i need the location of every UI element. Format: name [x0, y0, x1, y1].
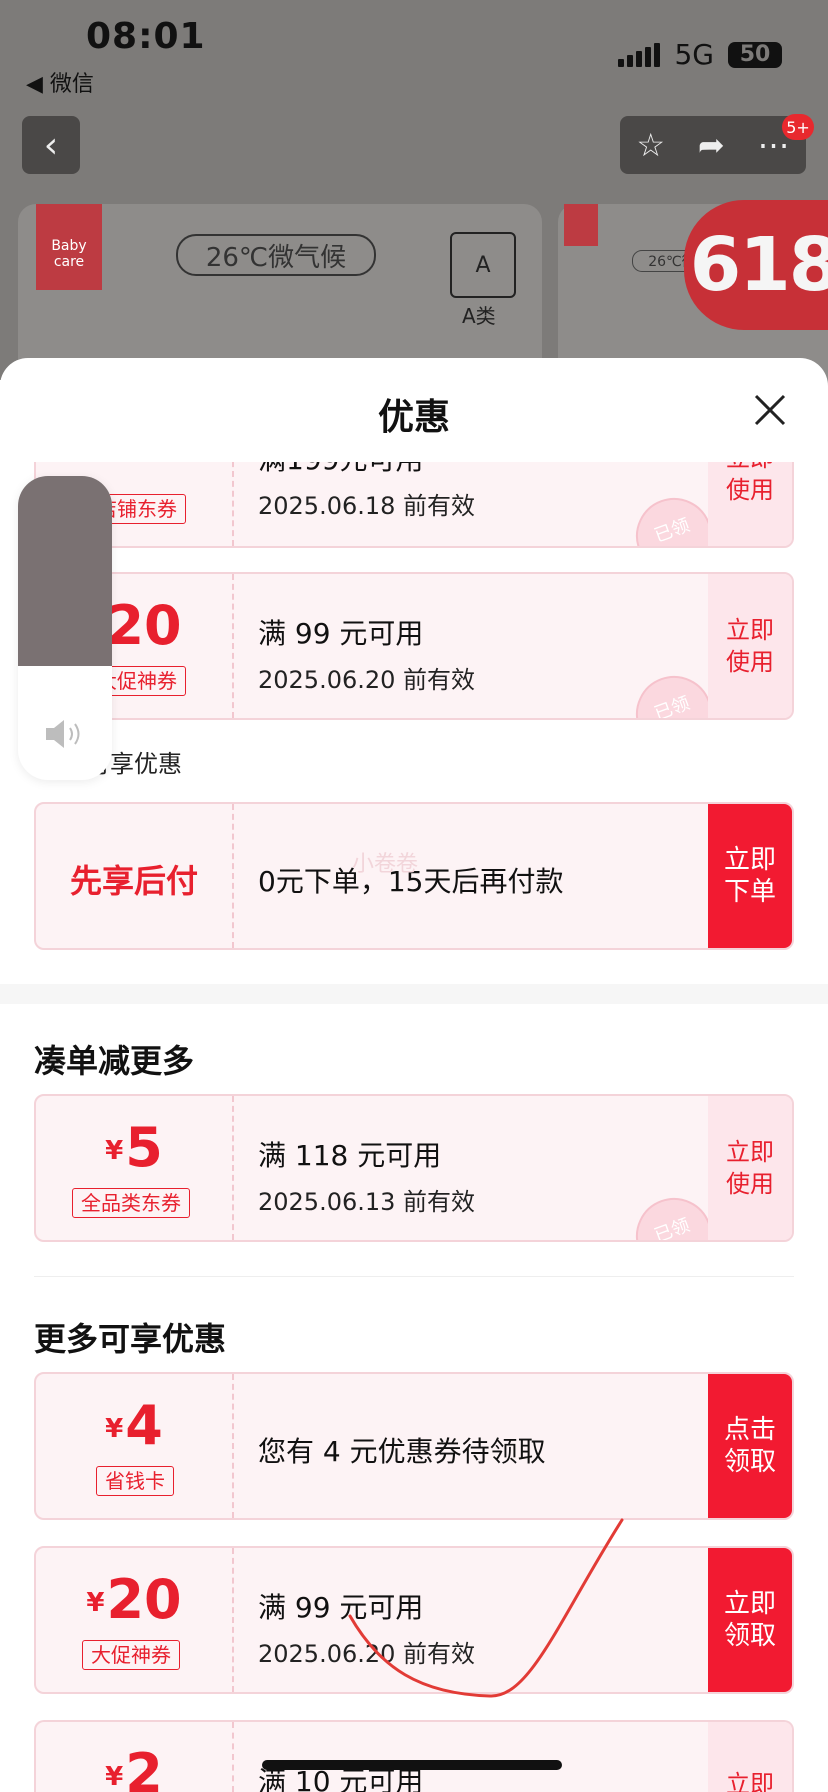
- coupon-card[interactable]: ¥20 大促神券 满 99 元可用 2025.06.20 前有效 已领 立即 使…: [34, 572, 794, 720]
- watermark: 小卷卷: [352, 852, 419, 877]
- sheet-title: 优惠: [377, 397, 450, 438]
- coupon-amount: ¥4: [36, 1394, 232, 1461]
- pay-later-label: 先享后付: [69, 862, 198, 900]
- coupon-text: 您有 4 元优惠券待领取: [258, 1435, 546, 1468]
- order-now-button[interactable]: 立即 下单: [708, 804, 792, 948]
- amount-value: 20: [106, 594, 182, 657]
- coupon-amount: ¥20: [36, 1568, 232, 1635]
- crown-icon: A: [450, 232, 516, 298]
- close-icon[interactable]: [750, 390, 790, 430]
- nav-actions: ☆ ➦ ⋯: [620, 116, 806, 174]
- status-indicators: 5G 50: [618, 38, 782, 71]
- amount-value: 5: [125, 1116, 163, 1179]
- coupon-amount: ¥5: [36, 1116, 232, 1183]
- promo-618-badge: 618: [684, 200, 828, 330]
- yen-symbol: ¥: [105, 1136, 124, 1167]
- coupon-card[interactable]: ¥5 全品类东券 满 118 元可用 2025.06.13 前有效 已领 立即 …: [34, 1094, 794, 1242]
- amount-value: 20: [106, 1568, 182, 1631]
- amount-value: 4: [125, 1394, 163, 1457]
- coupon-condition: 满 99 元可用: [258, 617, 424, 650]
- message-badge: 5+: [782, 114, 814, 140]
- grade-label: A类: [462, 304, 496, 328]
- use-now-button[interactable]: 立即 使用: [708, 1096, 792, 1240]
- coupon-expiry: 2025.06.20 前有效: [258, 666, 476, 694]
- yen-symbol: ¥: [105, 1414, 124, 1445]
- coupon-expiry: 2025.06.18 前有效: [258, 492, 476, 520]
- coupon-amount: ¥2: [36, 1742, 232, 1792]
- coupon-tag: 大促神券: [82, 1640, 180, 1670]
- claim-button[interactable]: 点击 领取: [708, 1374, 792, 1518]
- climate-pill: 26℃微气候: [176, 234, 376, 276]
- battery-icon: 50: [728, 41, 782, 68]
- amount-value: 2: [125, 1742, 163, 1792]
- network-label: 5G: [674, 38, 714, 71]
- section-title-more: 更多可享优惠: [34, 1320, 227, 1358]
- coupon-card[interactable]: ¥4 省钱卡 您有 4 元优惠券待领取 点击 领取: [34, 1372, 794, 1520]
- coupon-condition: 满 118 元可用: [258, 1139, 442, 1172]
- star-icon[interactable]: ☆: [636, 126, 665, 164]
- hand-drawn-annotation: [348, 1518, 624, 1698]
- share-icon[interactable]: ➦: [698, 126, 725, 164]
- coupon-tag: 全品类东券: [72, 1188, 190, 1218]
- section-title-more-discount: 凑单减更多: [34, 1042, 195, 1080]
- section-separator: [0, 984, 828, 1004]
- use-now-button[interactable]: 立即 使用: [708, 574, 792, 718]
- coupon-expiry: 2025.06.13 前有效: [258, 1188, 476, 1216]
- yen-symbol: ¥: [105, 1762, 124, 1792]
- back-to-app-link[interactable]: ◀ 微信: [26, 66, 94, 98]
- status-time: 08:01: [86, 16, 206, 57]
- divider: [34, 1276, 794, 1277]
- coupon-tag: 省钱卡: [96, 1466, 174, 1496]
- brand-logo: Baby care: [36, 204, 102, 290]
- claim-now-button[interactable]: 立即 领取: [708, 1548, 792, 1692]
- use-now-button[interactable]: 立即: [708, 1722, 792, 1792]
- coupon-card[interactable]: ¥2 满 10 元可用 立即: [34, 1720, 794, 1792]
- speaker-icon: [46, 720, 80, 748]
- home-indicator: [262, 1760, 562, 1770]
- chevron-left-icon[interactable]: ‹: [22, 116, 80, 174]
- yen-symbol: ¥: [86, 1588, 105, 1619]
- brand-logo-small: [564, 204, 598, 246]
- volume-level: [18, 476, 112, 666]
- signal-icon: [618, 42, 661, 67]
